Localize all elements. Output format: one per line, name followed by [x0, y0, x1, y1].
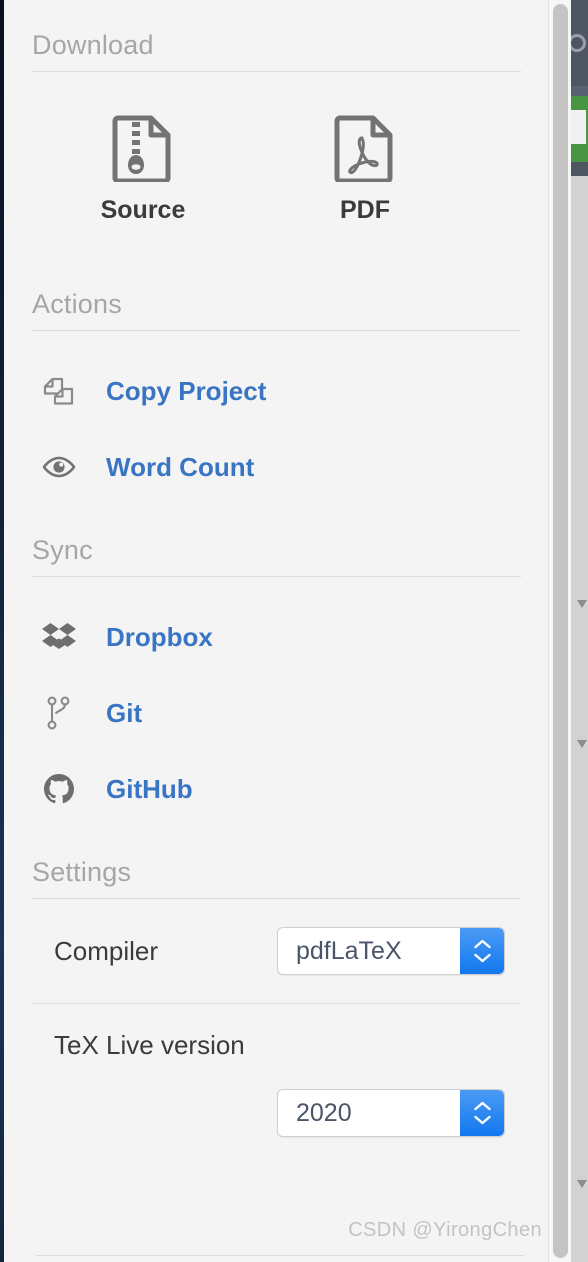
section-title-actions: Actions [32, 289, 122, 319]
panel-scrollbar-thumb[interactable] [553, 4, 568, 1258]
scroll-tick-icon [577, 740, 587, 748]
sync-list: Dropbox Git GitHub [32, 577, 521, 827]
scroll-tick-icon [577, 600, 587, 608]
section-sync: Sync Dropbox Git GitHub [32, 505, 521, 827]
action-word-count[interactable]: Word Count [32, 429, 521, 505]
project-menu-content: Download Source PDF Actions Copy Project… [4, 0, 549, 1143]
sync-github-label: GitHub [106, 773, 193, 804]
download-pdf-label: PDF [340, 196, 390, 224]
dropbox-icon [36, 621, 82, 653]
section-actions: Actions Copy Project Word Count [32, 259, 521, 505]
section-settings: Settings Compiler pdfLaTeX TeX Live vers… [32, 827, 521, 1143]
actions-list: Copy Project Word Count [32, 331, 521, 505]
chevron-up-icon [473, 1101, 491, 1111]
compiler-select[interactable]: pdfLaTeX [277, 927, 505, 975]
texlive-select-stepper[interactable] [460, 1090, 504, 1136]
texlive-select[interactable]: 2020 [277, 1089, 505, 1137]
chevron-down-icon [473, 1115, 491, 1125]
file-pdf-icon [254, 114, 476, 184]
sync-dropbox-label: Dropbox [106, 621, 213, 652]
download-source-button[interactable]: Source [32, 114, 254, 225]
github-icon [36, 772, 82, 806]
download-pdf-button[interactable]: PDF [254, 114, 476, 225]
action-copy-project[interactable]: Copy Project [32, 353, 521, 429]
compiler-select-stepper[interactable] [460, 928, 504, 974]
texlive-select-value: 2020 [296, 1098, 352, 1127]
action-word-count-label: Word Count [106, 451, 255, 482]
section-title-settings: Settings [32, 857, 132, 887]
watermark: CSDN @YirongChen [348, 1219, 542, 1241]
section-download: Download Source PDF [32, 0, 521, 259]
sync-git[interactable]: Git [32, 675, 521, 751]
scroll-tick-icon [577, 1180, 587, 1188]
action-copy-project-label: Copy Project [106, 375, 267, 406]
copy-icon [36, 374, 82, 408]
sync-git-label: Git [106, 697, 143, 728]
project-menu-panel: Download Source PDF Actions Copy Project… [4, 0, 549, 1262]
setting-row-texlive: TeX Live version 2020 [32, 1004, 521, 1143]
setting-label-texlive: TeX Live version [54, 1030, 245, 1060]
setting-label-compiler: Compiler [54, 935, 159, 966]
file-archive-icon [32, 114, 254, 184]
section-title-sync: Sync [32, 535, 93, 565]
git-branch-icon [36, 696, 82, 730]
panel-bottom-divider [36, 1255, 524, 1256]
project-menu-screen: Download Source PDF Actions Copy Project… [0, 0, 588, 1262]
eye-icon [36, 454, 82, 480]
texlive-control: 2020 [32, 1089, 521, 1137]
section-title-download: Download [32, 30, 154, 60]
window-left-edge [0, 0, 4, 1262]
download-options: Source PDF [32, 72, 521, 259]
compiler-select-value: pdfLaTeX [296, 936, 402, 965]
sync-github[interactable]: GitHub [32, 751, 521, 827]
chevron-down-icon [473, 953, 491, 963]
chevron-up-icon [473, 939, 491, 949]
sync-dropbox[interactable]: Dropbox [32, 599, 521, 675]
setting-row-compiler: Compiler pdfLaTeX [32, 899, 521, 1003]
download-source-label: Source [100, 196, 186, 224]
